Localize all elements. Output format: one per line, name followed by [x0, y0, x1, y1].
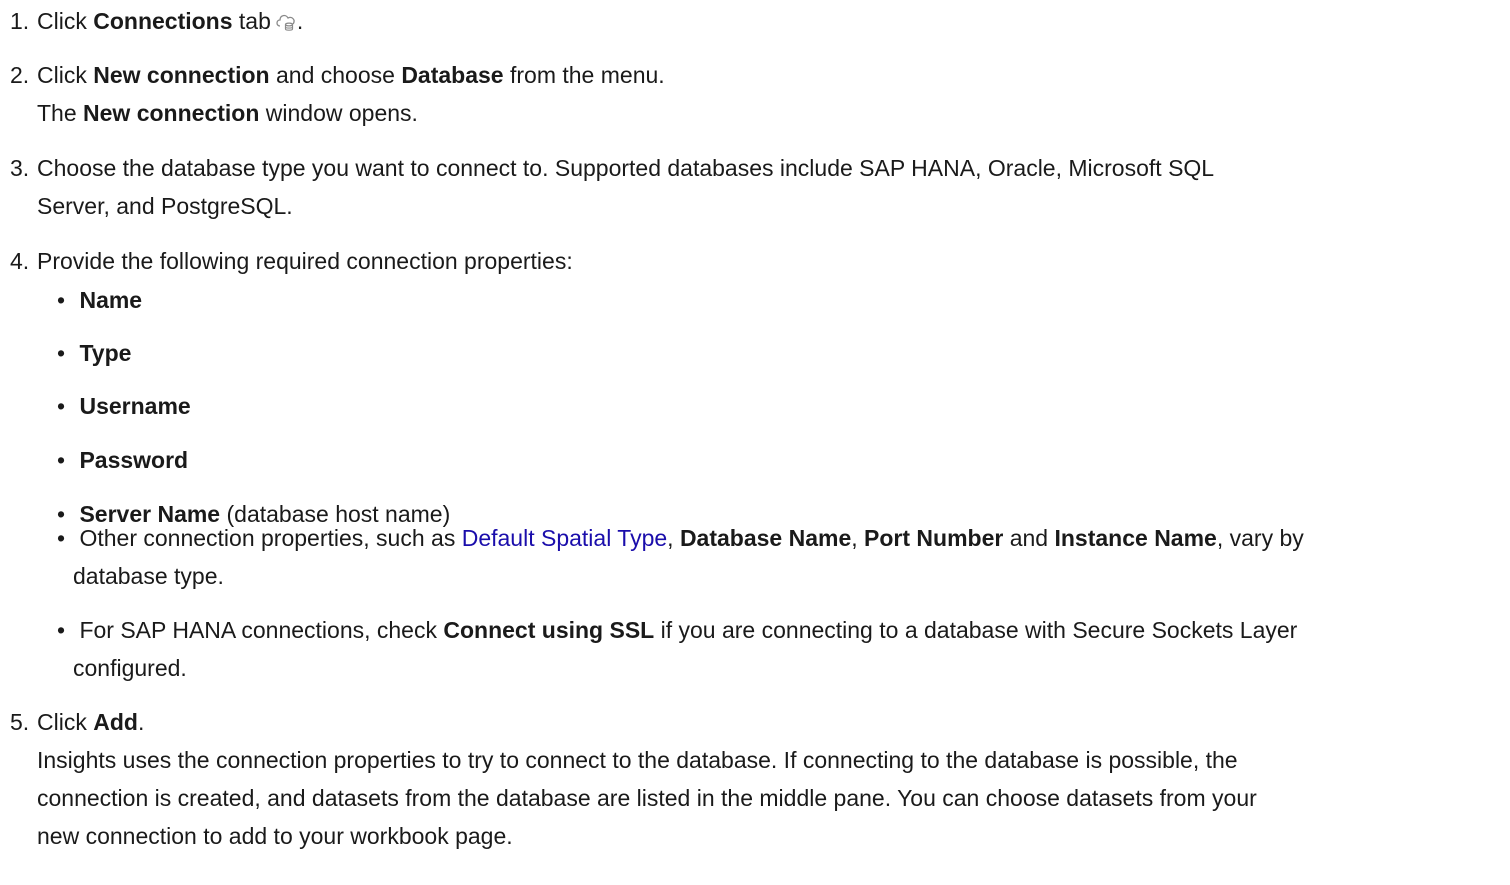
property-instance-name: Instance Name	[1054, 525, 1217, 551]
add-label: Add	[93, 709, 138, 735]
property-username: Username	[79, 393, 191, 419]
bullet-marker: •	[57, 617, 66, 643]
step-text: Choose the database type you want to con…	[37, 155, 1215, 181]
step-number: 3.	[10, 155, 30, 181]
step-text: Click	[37, 8, 94, 34]
step-text: For SAP HANA connections, check	[79, 617, 444, 643]
step-text: , vary by	[1216, 525, 1304, 551]
step-text: .	[137, 709, 145, 735]
step-text: window opens.	[259, 100, 418, 126]
property-name: Name	[79, 287, 143, 313]
step-text: The	[37, 100, 84, 126]
step-text: if you are connecting to a database with…	[654, 617, 1298, 643]
bullet-marker: •	[57, 525, 66, 551]
bullet-type: • Type	[57, 339, 131, 367]
bullet-ssl-line-2: configured.	[73, 655, 187, 681]
bullet-marker: •	[57, 340, 66, 366]
new-connection-label: New connection	[93, 62, 270, 88]
connections-tab-label: Connections	[93, 8, 233, 34]
step-text: ,	[851, 525, 865, 551]
bullet-marker: •	[57, 287, 66, 313]
step-text: .	[296, 8, 304, 34]
step-number: 2.	[10, 62, 30, 88]
property-password: Password	[79, 447, 189, 473]
step-number: 1.	[10, 8, 30, 34]
step-text: from the menu.	[503, 62, 665, 88]
step-4: 4. Provide the following required connec…	[10, 247, 573, 275]
step-5-paragraph-line-2: connection is created, and datasets from…	[37, 785, 1257, 811]
step-text: Other connection properties, such as	[79, 525, 462, 551]
step-text: ,	[667, 525, 680, 551]
property-port-number: Port Number	[864, 525, 1004, 551]
step-number: 4.	[10, 248, 30, 274]
step-3: 3. Choose the database type you want to …	[10, 154, 1214, 182]
bullet-marker: •	[57, 447, 66, 473]
property-type: Type	[79, 340, 132, 366]
step-text: Click	[37, 709, 94, 735]
step-5-paragraph-line-1: Insights uses the connection properties …	[37, 747, 1238, 773]
bullet-ssl: • For SAP HANA connections, check Connec…	[57, 616, 1297, 644]
default-spatial-type-link[interactable]: Default Spatial Type	[462, 525, 667, 551]
step-2: 2. Click New connection and choose Datab…	[10, 61, 665, 89]
connections-cloud-icon	[276, 14, 295, 31]
step-text: and	[1003, 525, 1055, 551]
step-text: and choose	[269, 62, 402, 88]
bullet-username: • Username	[57, 392, 191, 420]
step-text: Provide the following required connectio…	[37, 248, 573, 274]
step-number: 5.	[10, 709, 30, 735]
bullet-name: • Name	[57, 286, 142, 314]
step-text: Click	[37, 62, 94, 88]
property-database-name: Database Name	[679, 525, 852, 551]
database-label: Database	[401, 62, 504, 88]
step-3-line-2: Server, and PostgreSQL.	[37, 193, 293, 219]
step-text: tab	[232, 8, 271, 34]
step-1: 1. Click Connections tab .	[10, 7, 303, 35]
connect-using-ssl-label: Connect using SSL	[443, 617, 655, 643]
step-5: 5. Click Add.	[10, 708, 144, 736]
bullet-password: • Password	[57, 446, 188, 474]
step-5-paragraph-line-3: new connection to add to your workbook p…	[37, 823, 513, 849]
bullet-marker: •	[57, 393, 66, 419]
bullet-other-properties: • Other connection properties, such as D…	[57, 524, 1304, 552]
new-connection-window-label: New connection	[83, 100, 260, 126]
bullet-other-line-2: database type.	[73, 563, 224, 589]
step-2-line-2: The New connection window opens.	[37, 99, 418, 127]
